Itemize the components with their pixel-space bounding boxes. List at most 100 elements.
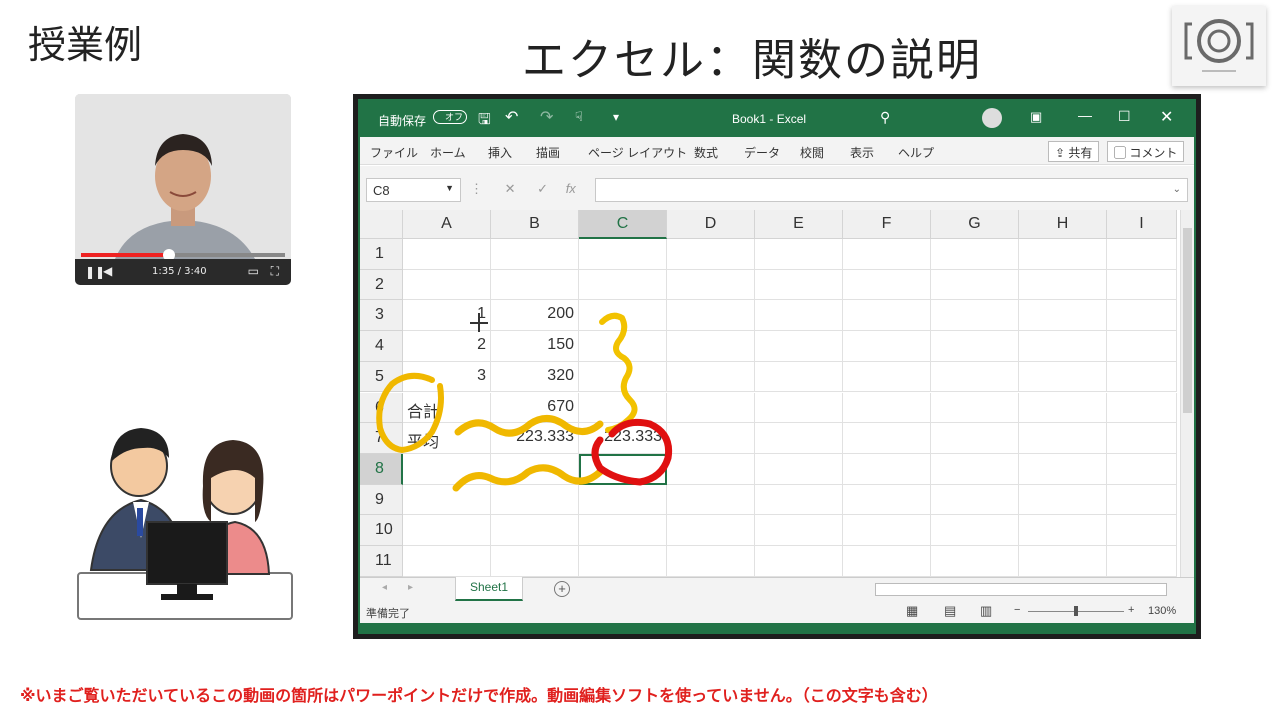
row-header-8[interactable]: 8 [360,453,403,485]
row-header-11[interactable]: 11 [360,546,403,577]
cell-a6[interactable]: 合計 [403,392,491,424]
cell-d4[interactable] [667,331,755,362]
cell-h6[interactable] [1019,392,1107,424]
cell-a3[interactable]: 1 [403,300,491,332]
cell-i6[interactable] [1107,392,1177,424]
tab-review[interactable]: 校閲 [800,144,824,161]
video-player[interactable]: ❚❚ ◀ 1:35 / 3:40 ▭ ⛶ [75,94,291,285]
cell-d10[interactable] [667,515,755,546]
tab-formulas[interactable]: 数式 [694,144,718,161]
cell-a2[interactable] [403,269,491,301]
row-header-9[interactable]: 9 [360,484,403,516]
cell-a7[interactable]: 平均 [403,423,491,454]
cell-b5[interactable]: 320 [491,361,579,393]
cell-h11[interactable] [1019,546,1107,577]
cell-b6[interactable]: 670 [491,392,579,424]
zoom-level[interactable]: 130% [1148,605,1176,617]
cell-c11[interactable] [579,546,667,577]
cell-b2[interactable] [491,269,579,301]
cell-i4[interactable] [1107,331,1177,362]
cell-b1[interactable] [491,239,579,270]
cell-a11[interactable] [403,546,491,577]
cell-h10[interactable] [1019,515,1107,546]
zoom-slider-thumb[interactable] [1074,606,1078,616]
cell-d1[interactable] [667,239,755,270]
cell-c7[interactable]: 223.333 [579,423,667,454]
column-header-i[interactable]: I [1107,210,1177,239]
ribbon-display-icon[interactable]: ▣ [1030,109,1042,125]
cell-f8[interactable] [843,453,931,485]
normal-view-icon[interactable]: ▦ [906,603,918,619]
comment-button[interactable]: ▢ コメント [1107,141,1185,162]
cell-b7[interactable]: 223.333 [491,423,579,454]
fullscreen-icon[interactable]: ⛶ [271,264,279,279]
enter-icon[interactable]: ✓ [537,181,548,196]
cell-h4[interactable] [1019,331,1107,362]
cell-b4[interactable]: 150 [491,331,579,362]
horizontal-scrollbar[interactable] [875,583,1167,596]
cell-e3[interactable] [755,300,843,332]
cell-d8[interactable] [667,453,755,485]
maximize-icon[interactable]: ☐ [1118,108,1131,125]
cell-f6[interactable] [843,392,931,424]
cell-c1[interactable] [579,239,667,270]
cell-h9[interactable] [1019,484,1107,516]
page-layout-view-icon[interactable]: ▤ [944,603,956,619]
cell-g10[interactable] [931,515,1019,546]
redo-icon[interactable]: ↷ [540,107,553,127]
cell-e10[interactable] [755,515,843,546]
cell-g6[interactable] [931,392,1019,424]
cell-a8[interactable] [403,453,491,485]
cell-e6[interactable] [755,392,843,424]
column-header-d[interactable]: D [667,210,755,239]
cell-h1[interactable] [1019,239,1107,270]
add-sheet-icon[interactable]: + [554,581,570,597]
tab-page-layout[interactable]: ページ レイアウト [588,144,687,161]
cell-b8[interactable] [491,453,579,485]
cell-d11[interactable] [667,546,755,577]
volume-icon[interactable]: ◀ [103,264,112,278]
cell-b10[interactable] [491,515,579,546]
cell-a1[interactable] [403,239,491,270]
chevron-down-icon[interactable]: ▼ [445,183,454,193]
cell-c10[interactable] [579,515,667,546]
cell-i5[interactable] [1107,361,1177,393]
cell-h7[interactable] [1019,423,1107,454]
account-avatar-icon[interactable] [982,108,1002,128]
expand-formula-icon[interactable]: ⌄ [1173,184,1181,195]
cell-i2[interactable] [1107,269,1177,301]
row-header-5[interactable]: 5 [360,361,403,393]
cell-a10[interactable] [403,515,491,546]
autosave-toggle[interactable]: オフ [433,110,467,124]
cancel-icon[interactable]: ✕ [505,181,516,196]
vertical-scrollbar[interactable] [1180,210,1194,577]
name-box[interactable]: C8 ▼ [366,178,461,202]
tab-data[interactable]: データ [744,144,780,161]
formula-input[interactable]: ⌄ [595,178,1188,202]
cell-e7[interactable] [755,423,843,454]
tab-home[interactable]: ホーム [430,144,466,161]
vertical-scroll-thumb[interactable] [1183,228,1192,413]
cell-d3[interactable] [667,300,755,332]
cell-h2[interactable] [1019,269,1107,301]
cell-e1[interactable] [755,239,843,270]
cell-g9[interactable] [931,484,1019,516]
cell-c3[interactable] [579,300,667,332]
cell-i11[interactable] [1107,546,1177,577]
cell-a9[interactable] [403,484,491,516]
column-header-c[interactable]: C [579,210,667,239]
share-button[interactable]: ⇪ 共有 [1048,141,1100,162]
cell-f11[interactable] [843,546,931,577]
row-header-6[interactable]: 6 [360,392,403,424]
row-header-2[interactable]: 2 [360,269,403,301]
tab-file[interactable]: ファイル [370,144,418,161]
cell-e2[interactable] [755,269,843,301]
cell-g8[interactable] [931,453,1019,485]
cell-b3[interactable]: 200 [491,300,579,332]
cell-d2[interactable] [667,269,755,301]
cell-h3[interactable] [1019,300,1107,332]
row-header-1[interactable]: 1 [360,239,403,270]
cell-e11[interactable] [755,546,843,577]
cell-a5[interactable]: 3 [403,361,491,393]
column-header-e[interactable]: E [755,210,843,239]
